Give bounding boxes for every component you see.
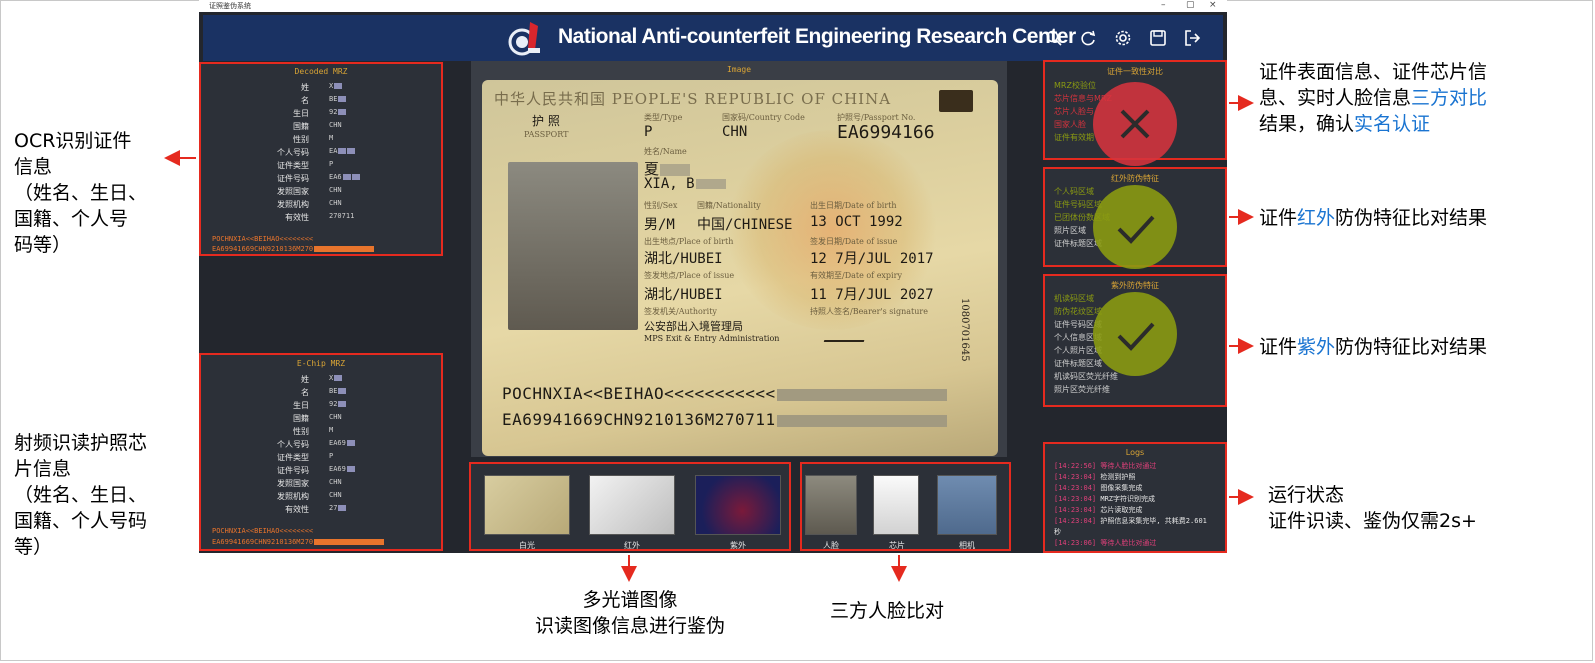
annotation-ocr: OCR识别证件 信息 （姓名、生日、 国籍、个人号 码等） — [14, 130, 148, 256]
annotation-infrared: 证件红外防伪特征比对结果 — [1259, 207, 1488, 229]
annotation-status: 运行状态 证件识读、鉴伪仅需2s+ — [1268, 484, 1477, 532]
annotation-face-compare: 三方人脸比对 — [830, 600, 945, 622]
annotation-rfid: 射频识读护照芯 片信息 （姓名、生日、 国籍、个人号码 等） — [14, 432, 148, 558]
annotation-multispectral: 多光谱图像 识读图像信息进行鉴伪 — [534, 589, 725, 637]
annotation-tri-compare: 证件表面信息、证件芯片信 息、实时人脸信息三方对比 结果，确认实名认证 — [1259, 61, 1488, 135]
annotation-ultraviolet: 证件紫外防伪特征比对结果 — [1259, 336, 1488, 358]
